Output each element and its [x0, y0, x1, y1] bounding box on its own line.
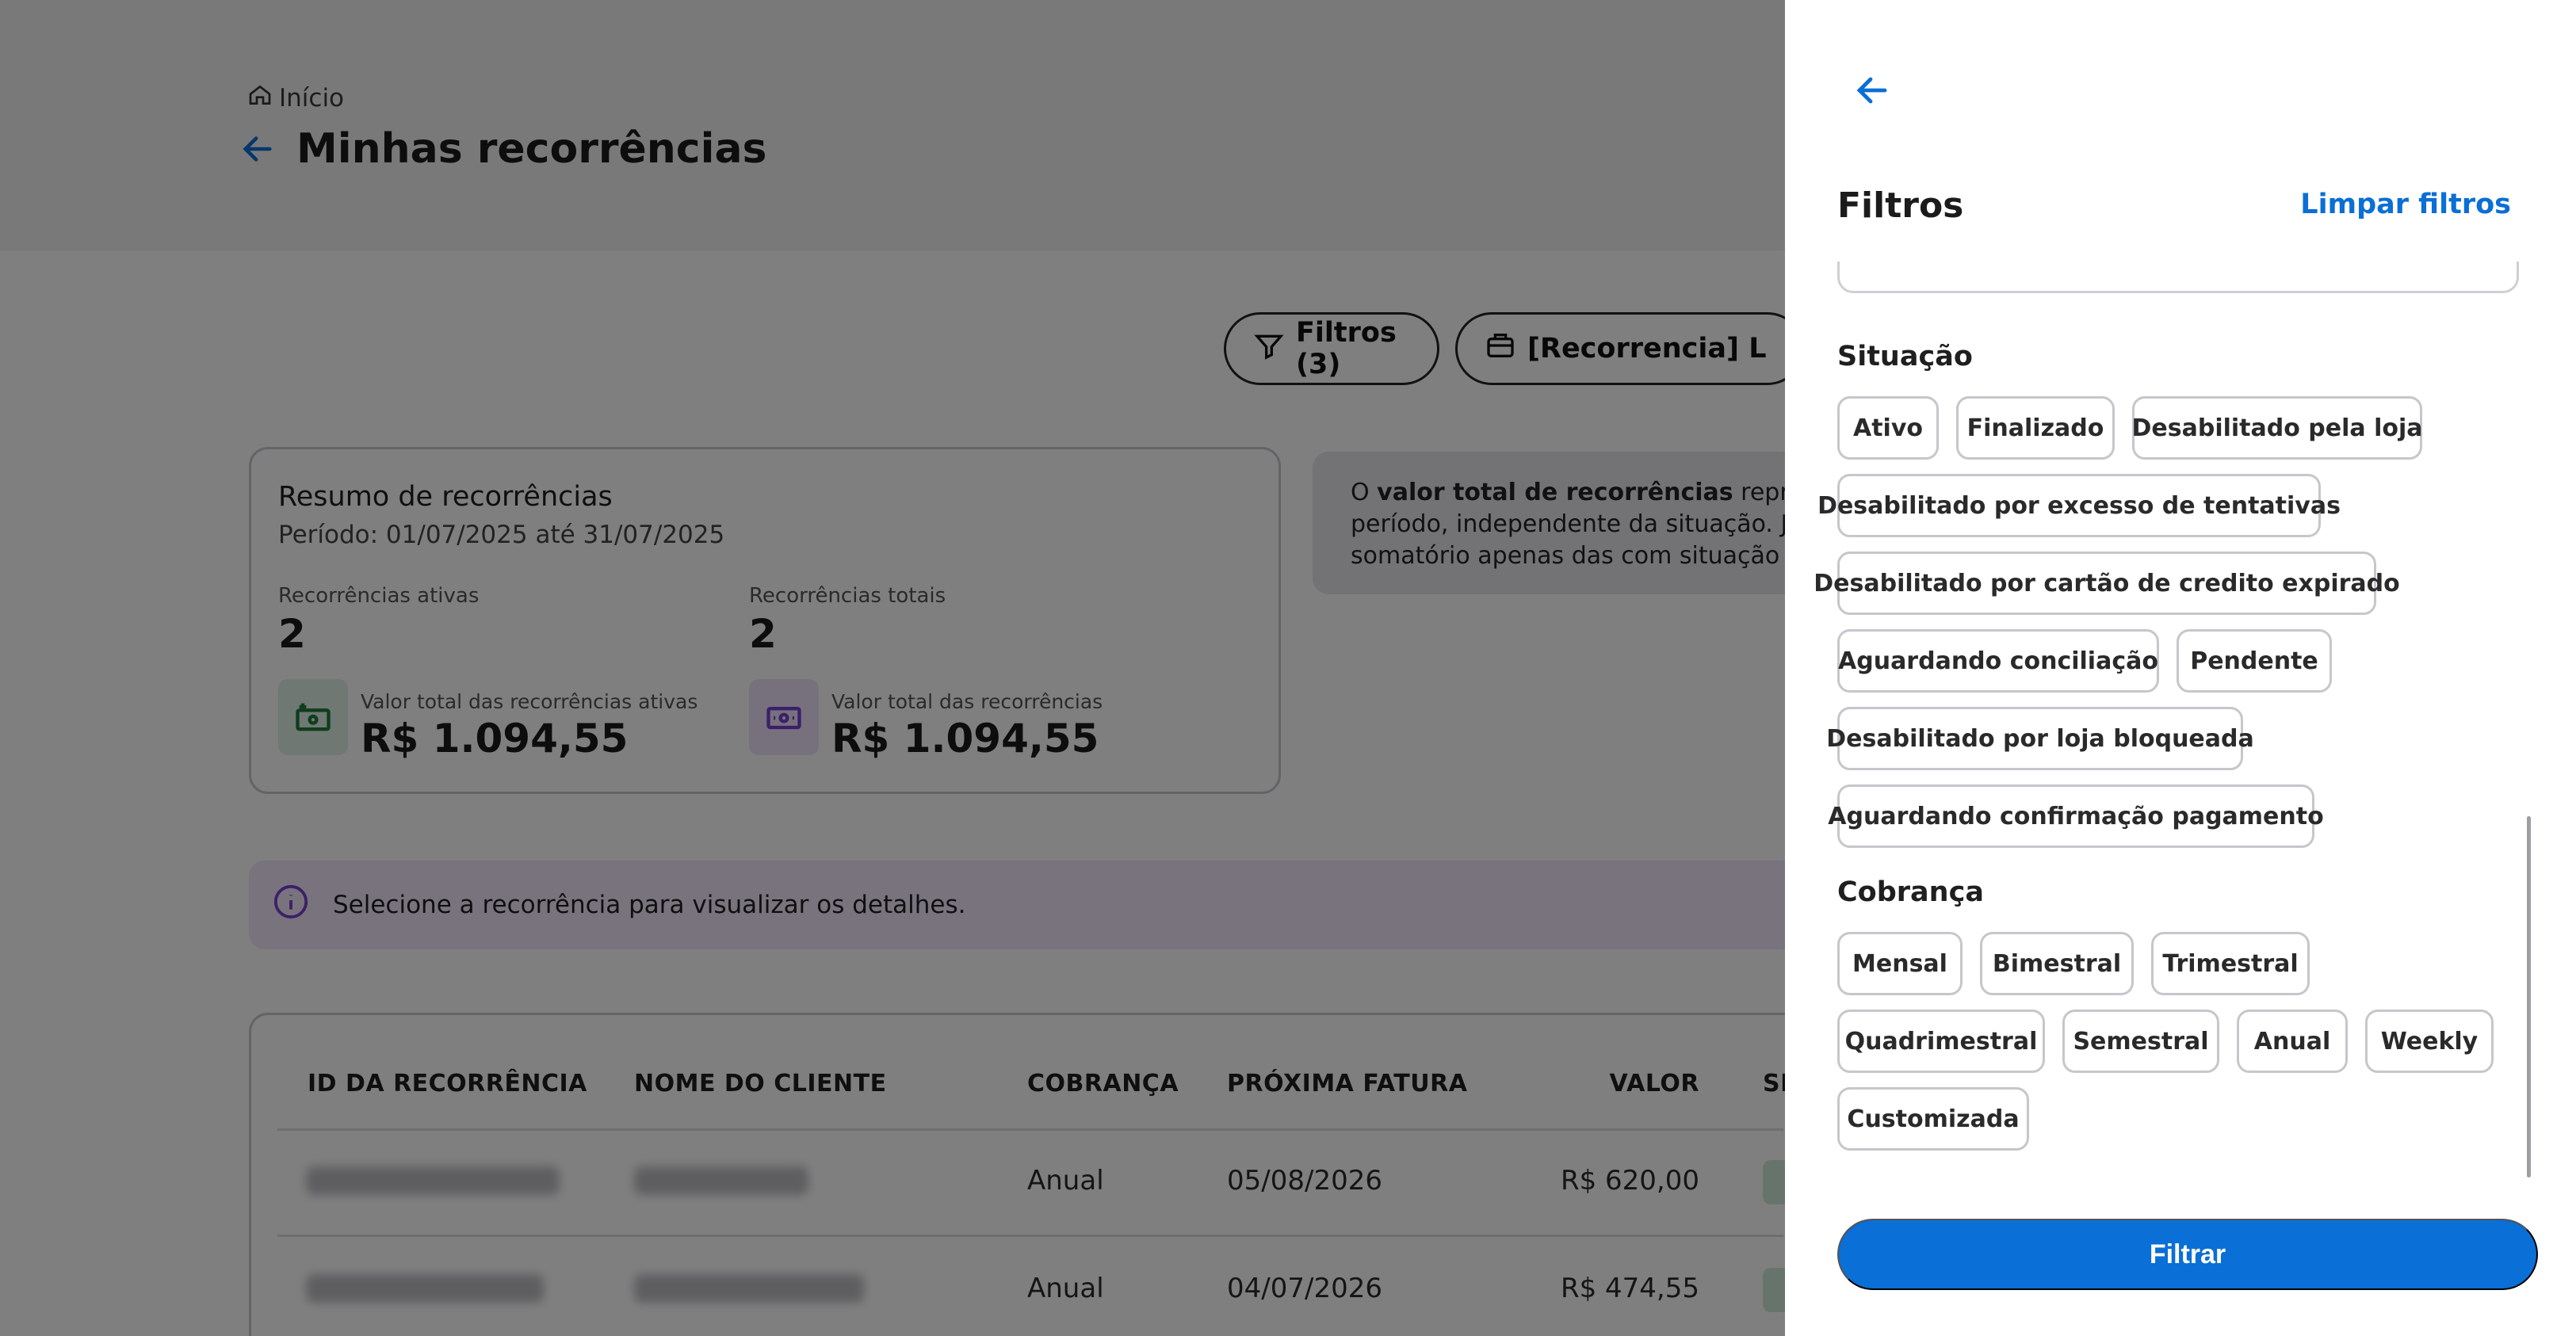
- chip-cobranca-quadrimestral[interactable]: Quadrimestral: [1837, 1010, 2045, 1073]
- chip-situacao-pendente[interactable]: Pendente: [2177, 629, 2332, 693]
- filters-drawer: Filtros Limpar filtros · Situação Ativo …: [1785, 0, 2576, 1336]
- chip-cobranca-semestral[interactable]: Semestral: [2062, 1010, 2219, 1073]
- drawer-title: Filtros: [1837, 185, 1964, 226]
- chip-situacao-finalizado[interactable]: Finalizado: [1956, 396, 2115, 460]
- arrow-left-icon[interactable]: [1848, 67, 1896, 114]
- chip-situacao-aguardando-pagamento[interactable]: Aguardando confirmação pagamento: [1828, 784, 2324, 848]
- previous-field[interactable]: ·: [1837, 261, 2519, 293]
- chip-cobranca-customizada[interactable]: Customizada: [1837, 1087, 2029, 1151]
- chip-situacao-desabilitado-loja[interactable]: Desabilitado pela loja: [2132, 396, 2423, 460]
- chip-cobranca-mensal[interactable]: Mensal: [1837, 932, 1963, 995]
- chip-cobranca-weekly[interactable]: Weekly: [2365, 1010, 2494, 1073]
- chip-cobranca-bimestral[interactable]: Bimestral: [1980, 932, 2134, 995]
- chip-cobranca-trimestral[interactable]: Trimestral: [2151, 932, 2310, 995]
- chip-situacao-excesso-tentativas[interactable]: Desabilitado por excesso de tentativas: [1817, 474, 2341, 537]
- chip-situacao-cartao-expirado[interactable]: Desabilitado por cartão de credito expir…: [1814, 552, 2400, 615]
- filter-submit-button[interactable]: Filtrar: [1837, 1219, 2538, 1290]
- drawer-scrollbar[interactable]: [2527, 816, 2531, 1178]
- cobranca-label: Cobrança: [1837, 876, 1984, 908]
- chip-situacao-aguardando-conciliacao[interactable]: Aguardando conciliação: [1837, 629, 2159, 693]
- filters-scroll-area[interactable]: · Situação Ativo Finalizado Desabilitado…: [1785, 261, 2576, 1181]
- clear-filters-link[interactable]: Limpar filtros: [2300, 189, 2511, 220]
- chip-cobranca-anual[interactable]: Anual: [2237, 1010, 2348, 1073]
- situacao-label: Situação: [1837, 341, 1973, 372]
- chip-situacao-loja-bloqueada[interactable]: Desabilitado por loja bloqueada: [1826, 707, 2254, 770]
- chip-situacao-ativo[interactable]: Ativo: [1837, 396, 1939, 460]
